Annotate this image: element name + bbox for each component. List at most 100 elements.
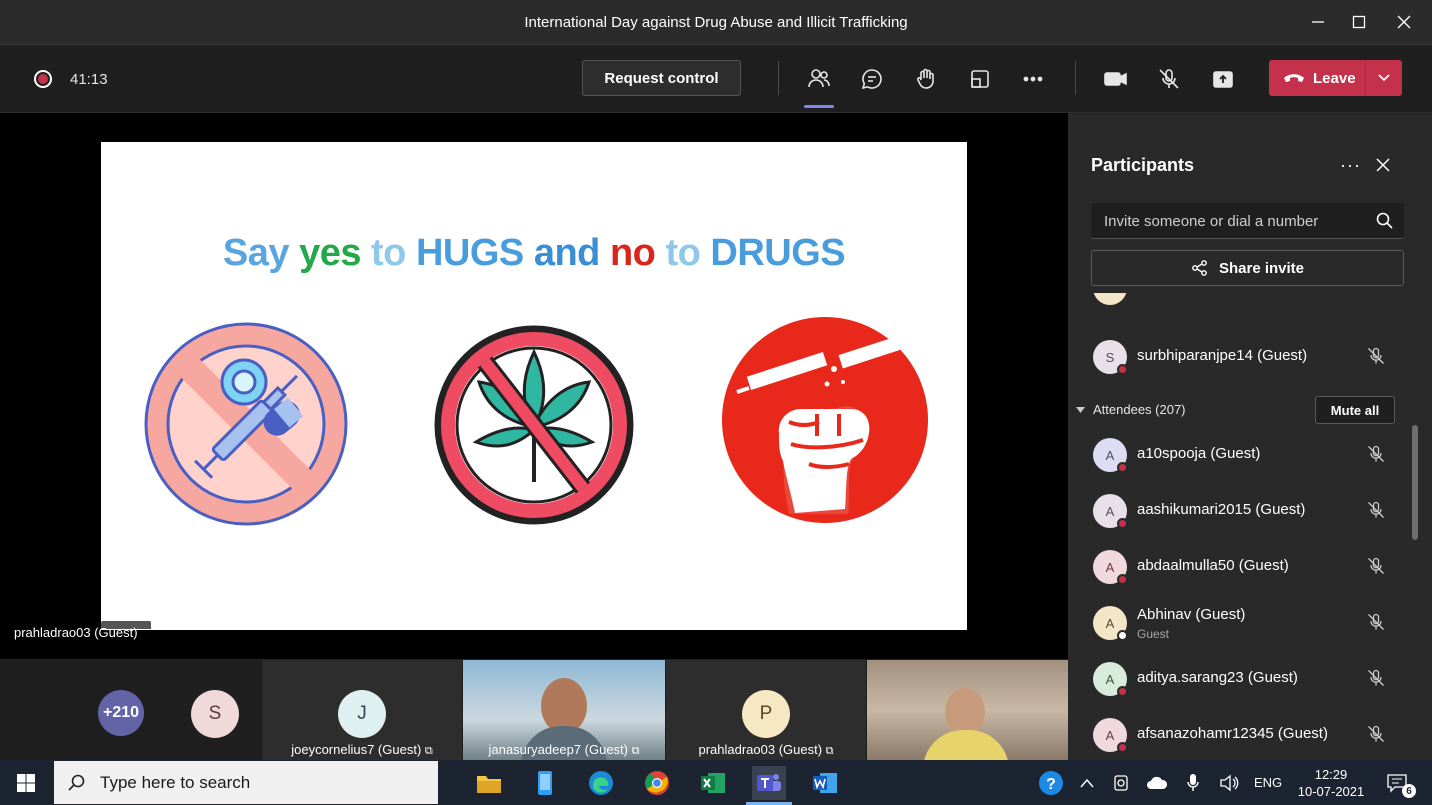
- mic-off-icon: [1368, 725, 1384, 742]
- participant-tile[interactable]: P prahladrao03 (Guest) ⧉: [666, 660, 866, 760]
- search-icon: [1376, 212, 1393, 229]
- slide-title-word: and: [533, 232, 601, 274]
- phone-app-icon[interactable]: [528, 766, 562, 800]
- status-badge: [1117, 686, 1128, 697]
- excel-icon[interactable]: [696, 766, 730, 800]
- list-item[interactable]: A afsanazohamr12345 (Guest): [1068, 706, 1418, 760]
- minimize-button[interactable]: [1298, 8, 1338, 36]
- slide-title-word: no: [609, 232, 656, 274]
- list-item[interactable]: A aditya.sarang23 (Guest): [1068, 650, 1418, 706]
- list-item[interactable]: A a10spooja (Guest): [1068, 426, 1418, 482]
- word-icon[interactable]: [808, 766, 842, 800]
- share-invite-button[interactable]: Share invite: [1091, 250, 1404, 286]
- fist-breaking-syringe-icon: [722, 317, 928, 523]
- guest-icon: ⧉: [424, 745, 433, 757]
- rooms-button[interactable]: [963, 62, 997, 96]
- meeting-timer: 41:13: [70, 71, 108, 88]
- participant-name: janasuryadeep7 (Guest) ⧉: [488, 742, 640, 757]
- list-item[interactable]: S surbhiparanjpe14 (Guest): [1068, 328, 1418, 384]
- meeting-controls-bar: 41:13 Request control Leave: [0, 45, 1432, 113]
- volume-icon[interactable]: [1212, 766, 1246, 800]
- participant-name: aditya.sarang23 (Guest): [1137, 669, 1298, 686]
- slide-title-word: DRUGS: [710, 232, 846, 274]
- chrome-browser-icon[interactable]: [640, 766, 674, 800]
- share-invite-label: Share invite: [1218, 259, 1305, 277]
- participant-name: afsanazohamr12345 (Guest): [1137, 725, 1328, 742]
- participant-tile[interactable]: J joeycornelius7 (Guest) ⧉: [262, 660, 462, 760]
- slide-title: Say yes to HUGS and no to DRUGS: [101, 232, 967, 275]
- share-content-button[interactable]: [1206, 62, 1240, 96]
- leave-button[interactable]: Leave: [1269, 60, 1402, 96]
- raise-hand-button[interactable]: [909, 62, 943, 96]
- system-clock[interactable]: 12:29 10-07-2021: [1296, 766, 1366, 800]
- panel-title: Participants: [1091, 155, 1195, 175]
- participants-button[interactable]: [802, 62, 836, 108]
- status-badge: [1117, 518, 1128, 529]
- close-window-button[interactable]: [1384, 8, 1424, 36]
- camera-icon: [1104, 72, 1127, 86]
- recording-icon: [34, 70, 52, 88]
- edge-browser-icon[interactable]: [584, 766, 618, 800]
- raise-hand-icon: [917, 68, 934, 89]
- teams-icon[interactable]: [752, 766, 786, 800]
- microphone-icon[interactable]: [1176, 766, 1210, 800]
- slide-title-word: Say: [222, 232, 290, 274]
- list-item[interactable]: A aashikumari2015 (Guest): [1068, 482, 1418, 538]
- search-icon: [68, 774, 85, 791]
- presentation-slide: Say yes to HUGS and no to DRUGS: [101, 142, 967, 630]
- chevron-up-icon[interactable]: [1070, 766, 1104, 800]
- panel-scrollbar[interactable]: [1412, 425, 1418, 540]
- taskbar-search-box[interactable]: Type here to search: [54, 761, 438, 804]
- participant-name: a10spooja (Guest): [1137, 445, 1261, 462]
- camera-button[interactable]: [1099, 62, 1133, 96]
- mic-off-icon: [1368, 347, 1384, 364]
- maximize-button[interactable]: [1339, 8, 1379, 36]
- overflow-participants-button[interactable]: +210: [96, 660, 146, 760]
- participant-video-tile[interactable]: janasuryadeep7 (Guest) ⧉: [463, 660, 665, 760]
- toolbar-divider: [778, 61, 779, 95]
- shared-content-stage: Say yes to HUGS and no to DRUGS prahladr…: [0, 113, 1068, 659]
- panel-more-icon[interactable]: ···: [1340, 155, 1361, 176]
- onedrive-icon[interactable]: [1140, 766, 1174, 800]
- chat-icon: [861, 69, 882, 90]
- participant-name: joeycornelius7 (Guest) ⧉: [291, 742, 433, 757]
- no-cannabis-icon: [434, 325, 634, 525]
- window-title: International Day against Drug Abuse and…: [524, 14, 908, 31]
- participant-name: prahladrao03 (Guest) ⧉: [698, 742, 834, 757]
- invite-input[interactable]: [1091, 203, 1361, 239]
- start-button[interactable]: [0, 760, 52, 805]
- minimize-icon: [1312, 21, 1324, 23]
- request-control-button[interactable]: Request control: [582, 60, 741, 96]
- attendees-section-toggle[interactable]: Attendees (207): [1076, 402, 1186, 417]
- panel-close-button[interactable]: [1376, 158, 1390, 177]
- overflow-count: +210: [98, 690, 144, 736]
- meet-now-icon[interactable]: [1104, 766, 1138, 800]
- help-icon[interactable]: ?: [1034, 766, 1068, 800]
- leave-options-button[interactable]: [1366, 74, 1402, 82]
- hang-up-icon: [1284, 74, 1304, 82]
- participant-tile[interactable]: S: [150, 660, 262, 760]
- mic-off-icon: [1368, 501, 1384, 518]
- language-indicator[interactable]: ENG: [1254, 760, 1282, 805]
- mic-button[interactable]: [1152, 62, 1186, 96]
- participant-video-tile[interactable]: [867, 660, 1068, 760]
- notifications-button[interactable]: 6: [1380, 766, 1416, 800]
- list-item[interactable]: A Abhinav (Guest) Guest: [1068, 594, 1418, 650]
- slide-title-word: to: [371, 232, 406, 274]
- svg-text:?: ?: [1046, 776, 1056, 793]
- mute-all-button[interactable]: Mute all: [1315, 396, 1395, 424]
- mic-off-icon: [1368, 557, 1384, 574]
- participant-video-face: [945, 688, 985, 736]
- leave-main[interactable]: Leave: [1269, 60, 1365, 96]
- slide-title-word: to: [665, 232, 701, 274]
- chat-button[interactable]: [855, 62, 889, 96]
- list-item[interactable]: [1068, 293, 1418, 315]
- invite-field-container: [1091, 203, 1404, 239]
- list-item[interactable]: A abdaalmulla50 (Guest): [1068, 538, 1418, 594]
- more-actions-button[interactable]: [1016, 62, 1050, 96]
- people-icon: [808, 69, 830, 88]
- avatar: S: [191, 690, 239, 738]
- file-explorer-icon[interactable]: [472, 766, 506, 800]
- video-gallery: +210 S J joeycornelius7 (Guest) ⧉ janasu…: [0, 659, 1068, 760]
- caret-down-icon: [1076, 406, 1085, 413]
